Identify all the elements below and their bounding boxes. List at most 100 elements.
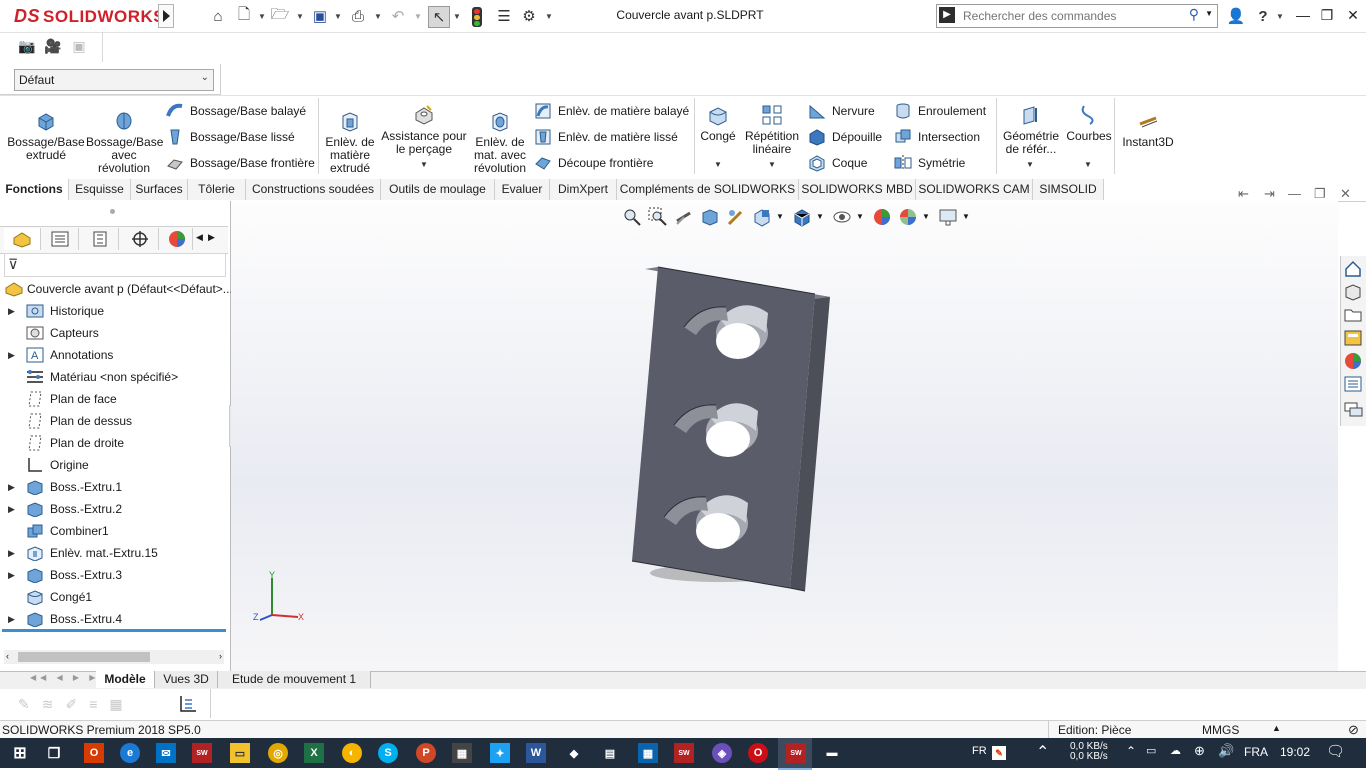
print-icon[interactable]: ⎙ <box>348 6 368 26</box>
forum-icon[interactable] <box>1343 400 1363 420</box>
chrome-icon[interactable]: ◎ <box>268 743 288 763</box>
camera-settings-icon[interactable]: 🎥 <box>44 38 62 56</box>
sticky-icon[interactable]: ◐ <box>342 743 362 763</box>
tab-tolerie[interactable]: Tôlerie <box>188 179 246 200</box>
close-icon[interactable]: ✕ <box>1340 4 1366 26</box>
help-dropdown-arrow[interactable]: ▼ <box>1276 12 1284 21</box>
solidworks-logo[interactable]: DS SOLIDWORKS <box>14 6 165 27</box>
volume-icon[interactable]: 🔊 <box>1218 743 1234 759</box>
collapse-left-icon[interactable]: ⇤ <box>1238 186 1249 202</box>
apply-scene-icon[interactable] <box>898 207 918 227</box>
scene-dropdown[interactable]: ▼ <box>922 212 930 221</box>
doc-minimize-icon[interactable]: — <box>1288 186 1301 201</box>
view-settings-dropdown[interactable]: ▼ <box>962 212 970 221</box>
tab-mbd[interactable]: SOLIDWORKS MBD <box>799 179 916 200</box>
scroll-left-arrow[interactable]: ‹ <box>6 651 9 661</box>
print-dropdown-arrow[interactable]: ▼ <box>374 12 382 21</box>
file-explorer-icon[interactable] <box>1343 305 1363 325</box>
expand-arrow-icon[interactable]: ▶ <box>8 300 15 322</box>
opera-icon[interactable]: O <box>748 743 768 763</box>
enroulement-button[interactable]: Enroulement <box>894 102 986 120</box>
depouille-button[interactable]: Dépouille <box>808 128 882 146</box>
edit-appearance-icon[interactable] <box>872 207 892 227</box>
tab-cam[interactable]: SOLIDWORKS CAM <box>916 179 1033 200</box>
view-orientation-dropdown[interactable]: ▼ <box>776 212 784 221</box>
panel-tab-scroll-left[interactable]: ◀ <box>196 232 203 243</box>
repetition-lineaire-button[interactable]: Répétition linéaire <box>740 104 804 156</box>
tab-simsolid[interactable]: SIMSOLID <box>1033 179 1104 200</box>
tab-evaluer[interactable]: Evaluer <box>495 179 550 200</box>
assistance-percage-button[interactable]: Assistance pour le perçage <box>380 104 468 156</box>
hole-wizard-dropdown-arrow[interactable]: ▼ <box>420 160 428 169</box>
units-selector[interactable]: MMGS <box>1202 723 1239 737</box>
view-palette-icon[interactable] <box>1343 328 1363 348</box>
decoupe-frontiere-button[interactable]: Découpe frontière <box>534 154 653 172</box>
tree-item-combiner1[interactable]: Combiner1 <box>0 520 228 542</box>
solidworks-2018-icon[interactable]: SW <box>674 743 694 763</box>
language-short[interactable]: FR <box>972 745 987 757</box>
configurationmanager-tab[interactable] <box>82 228 119 250</box>
status-bar-toggle-icon[interactable]: ⊘ <box>1348 722 1359 738</box>
expand-arrow-icon[interactable]: ▶ <box>8 608 15 630</box>
enlev-revolution-button[interactable]: Enlèv. de mat. avec révolution <box>470 110 530 175</box>
custom-properties-icon[interactable] <box>1343 374 1363 394</box>
doc-close-icon[interactable]: ✕ <box>1340 186 1351 202</box>
expand-arrow-icon[interactable]: ▶ <box>8 344 15 366</box>
expand-arrow-icon[interactable]: ▶ <box>8 476 15 498</box>
file-properties-icon[interactable]: ☰ <box>494 6 514 26</box>
collapse-right-icon[interactable]: ⇥ <box>1264 186 1275 202</box>
tab-surfaces[interactable]: Surfaces <box>131 179 188 200</box>
input-language[interactable]: FRA <box>1244 745 1268 759</box>
new-document-icon[interactable]: 🗋 <box>234 6 254 26</box>
tab-fonctions[interactable]: Fonctions <box>0 179 69 200</box>
save-dropdown-arrow[interactable]: ▼ <box>334 12 342 21</box>
tree-item-materiau[interactable]: Matériau <non spécifié> <box>0 366 228 388</box>
restore-icon[interactable]: ❐ <box>1314 4 1340 26</box>
tab-vues-3d[interactable]: Vues 3D <box>155 671 218 688</box>
expand-arrow-icon[interactable]: ▶ <box>8 542 15 564</box>
bossage-extrude-button[interactable]: Bossage/Base extrudé <box>6 110 86 162</box>
camera-icon[interactable]: 📷 <box>18 38 36 56</box>
expand-arrow-icon[interactable]: ▶ <box>8 498 15 520</box>
home-icon[interactable]: ⌂ <box>208 6 228 26</box>
help-icon[interactable]: ? <box>1253 6 1273 26</box>
intersection-button[interactable]: Intersection <box>894 128 980 146</box>
windows-start-icon[interactable]: ⊞ <box>10 743 30 763</box>
options-dropdown-arrow[interactable]: ▼ <box>545 12 553 21</box>
design-library-icon[interactable] <box>1343 282 1363 302</box>
file-explorer-icon[interactable]: ▭ <box>230 743 250 763</box>
task-view-icon[interactable]: ❐ <box>44 743 64 763</box>
tree-item-annotations[interactable]: ▶ A Annotations <box>0 344 228 366</box>
search-icon[interactable]: ⚲ <box>1189 6 1199 23</box>
tray-app-icon[interactable]: ✎ <box>992 746 1006 760</box>
tree-item-enlev-extru-15[interactable]: ▶ Enlèv. mat.-Extru.15 <box>0 542 228 564</box>
tree-item-boss-extru-1[interactable]: ▶ Boss.-Extru.1 <box>0 476 228 498</box>
reference-dropdown-arrow[interactable]: ▼ <box>1026 160 1034 169</box>
notification-icon[interactable]: 🗨 <box>1326 742 1345 760</box>
displaymanager-tab[interactable] <box>162 228 193 250</box>
twitter-icon[interactable]: ✦ <box>490 743 510 763</box>
rebuild-traffic-light-icon[interactable] <box>472 7 482 27</box>
bossage-lisse-button[interactable]: Bossage/Base lissé <box>166 128 295 146</box>
units-up-arrow-icon[interactable]: ▲ <box>1272 723 1281 733</box>
skype-icon[interactable]: S <box>378 743 398 763</box>
calendar-icon[interactable]: ▦ <box>638 743 658 763</box>
enlev-balaye-button[interactable]: Enlèv. de matière balayé <box>534 102 689 120</box>
panel-grip[interactable] <box>110 209 115 214</box>
select-cursor-icon[interactable]: ↖ <box>428 6 450 28</box>
part-model[interactable] <box>600 255 850 600</box>
command-search[interactable]: ▶ ⚲ ▼ <box>936 4 1218 28</box>
expand-arrow-icon[interactable]: ▶ <box>8 564 15 586</box>
tab-outils-moulage[interactable]: Outils de moulage <box>381 179 495 200</box>
view-orientation-icon[interactable] <box>752 207 772 227</box>
panel-tab-scroll-right[interactable]: ▶ <box>208 232 215 243</box>
menu-expand-button[interactable] <box>158 4 174 28</box>
tab-esquisse[interactable]: Esquisse <box>69 179 131 200</box>
chevron-up-icon[interactable]: ⌃ <box>1036 742 1049 762</box>
tree-item-plan-dessus[interactable]: Plan de dessus <box>0 410 228 432</box>
teams-icon[interactable]: ▦ <box>452 743 472 763</box>
tree-item-conge1[interactable]: Congé1 <box>0 586 228 608</box>
tree-root[interactable]: Couvercle avant p (Défaut<<Défaut>... <box>0 278 233 300</box>
bossage-revolution-button[interactable]: Bossage/Base avec révolution <box>86 110 163 175</box>
search-dropdown-arrow[interactable]: ▼ <box>1205 9 1213 18</box>
